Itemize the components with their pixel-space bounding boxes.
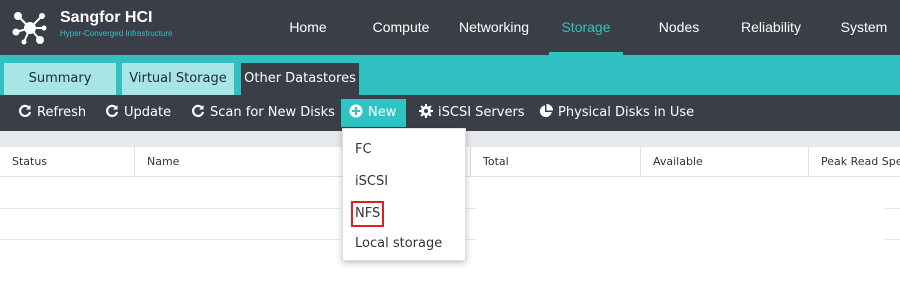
refresh-icon: [106, 104, 119, 117]
update-label: Update: [124, 105, 172, 120]
refresh-label: Refresh: [37, 105, 87, 120]
gear-icon: [419, 104, 433, 118]
top-navigation-bar: Sangfor HCI Hyper-Converged Infrastructu…: [0, 0, 900, 55]
scan-disks-button[interactable]: Scan for New Disks: [191, 99, 335, 127]
refresh-icon: [19, 104, 32, 117]
row-divider: [0, 239, 340, 240]
new-dropdown-menu: FC iSCSI NFS Local storage: [342, 128, 466, 261]
menu-item-local-storage[interactable]: Local storage: [355, 233, 442, 255]
toolbar: Refresh Update Scan for New Disks New iS…: [0, 95, 900, 131]
row-divider: [884, 239, 900, 240]
nav-compute[interactable]: Compute: [366, 0, 436, 55]
column-available[interactable]: Available: [640, 147, 808, 177]
tab-virtual-storage[interactable]: Virtual Storage: [122, 63, 234, 95]
iscsi-label: iSCSI Servers: [438, 105, 525, 120]
menu-item-fc[interactable]: FC: [355, 139, 372, 161]
tab-bar: Summary Virtual Storage Other Datastores: [0, 55, 900, 95]
row-divider: [466, 208, 476, 209]
nav-nodes[interactable]: Nodes: [652, 0, 706, 55]
row-divider: [466, 239, 476, 240]
column-status[interactable]: Status: [0, 147, 135, 177]
pie-chart-icon: [539, 104, 553, 118]
new-label: New: [368, 105, 397, 120]
network-nodes-icon: [12, 12, 47, 45]
app-subtitle: Hyper-Converged Infrastructure: [60, 29, 173, 38]
iscsi-servers-button[interactable]: iSCSI Servers: [419, 99, 525, 127]
nav-home[interactable]: Home: [283, 0, 333, 55]
nav-storage[interactable]: Storage: [549, 0, 623, 55]
update-button[interactable]: Update: [105, 99, 171, 127]
physical-disks-button[interactable]: Physical Disks in Use: [539, 99, 694, 127]
menu-item-nfs[interactable]: NFS: [350, 201, 385, 227]
refresh-button[interactable]: Refresh: [18, 99, 86, 127]
column-peak-read-speed[interactable]: Peak Read Speed: [808, 147, 900, 177]
menu-item-iscsi[interactable]: iSCSI: [355, 171, 388, 193]
nav-system[interactable]: System: [836, 0, 892, 55]
nav-reliability[interactable]: Reliability: [735, 0, 807, 55]
row-divider: [884, 208, 900, 209]
scan-label: Scan for New Disks: [210, 105, 335, 120]
column-total[interactable]: Total: [470, 147, 640, 177]
tab-summary[interactable]: Summary: [4, 63, 116, 95]
refresh-icon: [192, 104, 205, 117]
nav-networking[interactable]: Networking: [454, 0, 534, 55]
physical-disks-label: Physical Disks in Use: [558, 105, 695, 120]
tab-other-datastores[interactable]: Other Datastores: [241, 63, 359, 95]
brand: Sangfor HCI Hyper-Converged Infrastructu…: [60, 8, 173, 40]
row-divider: [0, 208, 340, 209]
new-button[interactable]: New: [341, 99, 407, 127]
plus-circle-icon: [349, 104, 363, 118]
app-title: Sangfor HCI: [60, 9, 153, 26]
